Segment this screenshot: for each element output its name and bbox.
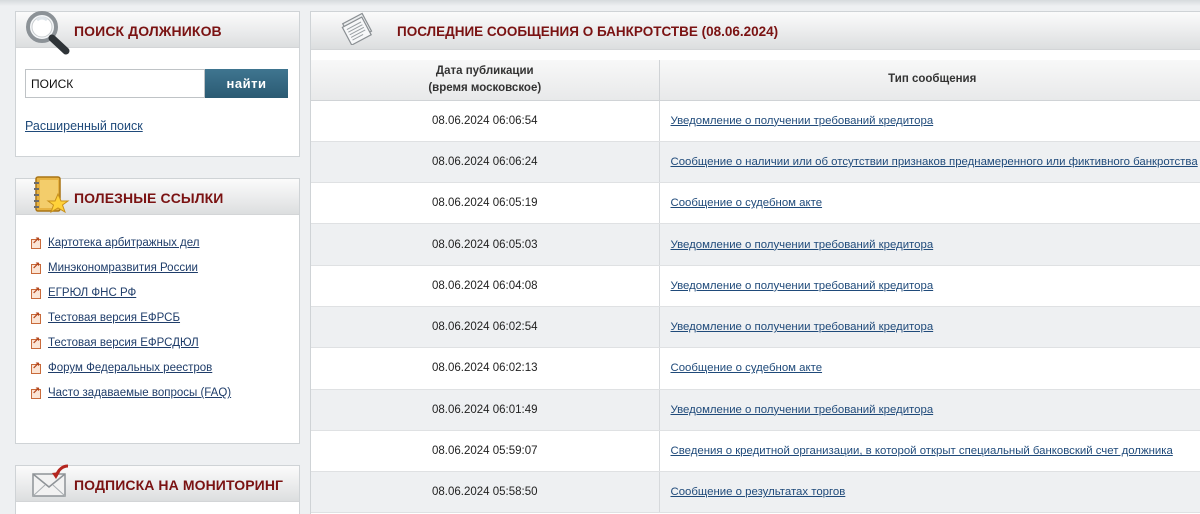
link-item-egrul: ЕГРЮЛ ФНС РФ <box>31 286 231 312</box>
message-type-link[interactable]: Уведомление о получении требований креди… <box>671 280 934 292</box>
table-row: 08.06.2024 06:06:54 Уведомление о получе… <box>311 100 1200 142</box>
link-faq[interactable]: Часто задаваемые вопросы (FAQ) <box>48 387 231 399</box>
table-row: 08.06.2024 06:04:08 Уведомление о получе… <box>311 265 1200 307</box>
message-date: 08.06.2024 05:59:07 <box>311 430 660 473</box>
link-item-forum: Форум Федеральных реестров <box>31 361 231 387</box>
newspaper-stack-icon <box>341 12 373 45</box>
subscribe-header[interactable]: ПОДПИСКА НА МОНИТОРИНГ <box>16 464 299 502</box>
message-type-link[interactable]: Уведомление о получении требований креди… <box>671 239 934 251</box>
link-item-ministry-economy: Минэкономразвития России <box>31 261 231 287</box>
table-header-row: Дата публикации (время московское) Тип с… <box>311 60 1200 101</box>
messages-table: Дата публикации (время московское) Тип с… <box>311 60 1200 514</box>
message-type-link[interactable]: Уведомление о получении требований креди… <box>671 404 934 416</box>
link-item-efrsdul-test: Тестовая версия ЕФРСДЮЛ <box>31 336 231 362</box>
external-link-icon <box>31 361 41 374</box>
link-item-arbitration-cases: Картотека арбитражных дел <box>31 236 231 262</box>
table-row: 08.06.2024 06:02:13 Сообщение о судебном… <box>311 347 1200 390</box>
message-type-link[interactable]: Сообщение о судебном акте <box>671 362 823 374</box>
useful-links-header: ПОЛЕЗНЫЕ ССЫЛКИ <box>16 176 299 215</box>
link-item-faq: Часто задаваемые вопросы (FAQ) <box>31 386 231 412</box>
message-type-link[interactable]: Уведомление о получении требований креди… <box>671 321 934 333</box>
envelope-arrow-icon <box>32 464 69 497</box>
debtor-search-header: ПОИСК ДОЛЖНИКОВ <box>16 11 299 55</box>
message-date: 08.06.2024 06:01:49 <box>311 389 660 431</box>
latest-messages-title: ПОСЛЕДНИЕ СООБЩЕНИЯ О БАНКРОТСТВЕ (08.06… <box>397 24 779 39</box>
message-type-link[interactable]: Сообщение о результатах торгов <box>671 486 846 498</box>
message-type-link[interactable]: Уведомление о получении требований креди… <box>671 115 934 127</box>
search-row: найти <box>25 69 288 98</box>
message-date: 08.06.2024 06:04:08 <box>311 265 660 307</box>
debtor-search-title: ПОИСК ДОЛЖНИКОВ <box>74 23 222 39</box>
external-link-icon <box>31 261 41 274</box>
external-link-icon <box>31 236 41 249</box>
table-row: 08.06.2024 06:01:49 Уведомление о получе… <box>311 389 1200 431</box>
link-forum[interactable]: Форум Федеральных реестров <box>48 362 212 374</box>
message-type-link[interactable]: Сообщение о наличии или об отсутствии пр… <box>671 156 1198 168</box>
link-efrsb-test[interactable]: Тестовая версия ЕФРСБ <box>48 312 180 324</box>
useful-links-title: ПОЛЕЗНЫЕ ССЫЛКИ <box>74 190 224 206</box>
external-link-icon <box>31 386 41 399</box>
column-header-date: Дата публикации (время московское) <box>311 60 660 101</box>
advanced-search-link[interactable]: Расширенный поиск <box>25 119 143 133</box>
link-arbitration-cases[interactable]: Картотека арбитражных дел <box>48 237 199 249</box>
subscribe-panel: ПОДПИСКА НА МОНИТОРИНГ <box>15 464 300 514</box>
message-date: 08.06.2024 06:05:03 <box>311 223 660 266</box>
column-header-type: Тип сообщения <box>659 60 1200 101</box>
message-type-link[interactable]: Сообщение о судебном акте <box>671 197 823 209</box>
message-date: 08.06.2024 06:06:24 <box>311 141 660 184</box>
table-row: 08.06.2024 05:58:50 Сообщение о результа… <box>311 471 1200 514</box>
column-header-date-line1: Дата публикации <box>435 64 534 77</box>
message-date: 08.06.2024 06:02:54 <box>311 306 660 349</box>
external-link-icon <box>31 311 41 324</box>
subscribe-title: ПОДПИСКА НА МОНИТОРИНГ <box>74 477 284 493</box>
debtor-search-panel: ПОИСК ДОЛЖНИКОВ найти Расширенный поиск <box>15 11 300 157</box>
latest-messages-panel: ПОСЛЕДНИЕ СООБЩЕНИЯ О БАНКРОТСТВЕ (08.06… <box>310 11 1200 514</box>
message-date: 08.06.2024 06:05:19 <box>311 182 660 225</box>
debtor-search-input[interactable] <box>25 69 205 98</box>
message-date: 08.06.2024 05:58:50 <box>311 471 660 514</box>
message-date: 08.06.2024 06:02:13 <box>311 347 660 390</box>
table-row: 08.06.2024 06:02:54 Уведомление о получе… <box>311 306 1200 349</box>
magnifier-icon <box>26 11 70 55</box>
top-strip <box>0 0 1200 6</box>
table-row: 08.06.2024 06:06:24 Сообщение о наличии … <box>311 141 1200 184</box>
external-link-icon <box>31 286 41 299</box>
link-item-efrsb-test: Тестовая версия ЕФРСБ <box>31 311 231 337</box>
table-row: 08.06.2024 06:05:03 Уведомление о получе… <box>311 223 1200 266</box>
link-egrul[interactable]: ЕГРЮЛ ФНС РФ <box>48 287 136 299</box>
table-row: 08.06.2024 05:59:07 Сведения о кредитной… <box>311 430 1200 473</box>
message-date: 08.06.2024 06:06:54 <box>311 100 660 142</box>
latest-messages-header: ПОСЛЕДНИЕ СООБЩЕНИЯ О БАНКРОТСТВЕ (08.06… <box>311 12 1200 50</box>
useful-links-list: Картотека арбитражных дел Минэкономразви… <box>31 236 231 412</box>
external-link-icon <box>31 336 41 349</box>
table-row: 08.06.2024 06:05:19 Сообщение о судебном… <box>311 182 1200 225</box>
link-ministry-economy[interactable]: Минэкономразвития России <box>48 262 198 274</box>
link-efrsdul-test[interactable]: Тестовая версия ЕФРСДЮЛ <box>48 337 199 349</box>
notebook-star-icon <box>34 176 70 214</box>
message-type-link[interactable]: Сведения о кредитной организации, в кото… <box>671 445 1173 457</box>
useful-links-panel: ПОЛЕЗНЫЕ ССЫЛКИ Картотека арбитражных де… <box>15 176 300 444</box>
find-button[interactable]: найти <box>205 69 288 98</box>
column-header-date-line2: (время московское) <box>428 81 542 94</box>
